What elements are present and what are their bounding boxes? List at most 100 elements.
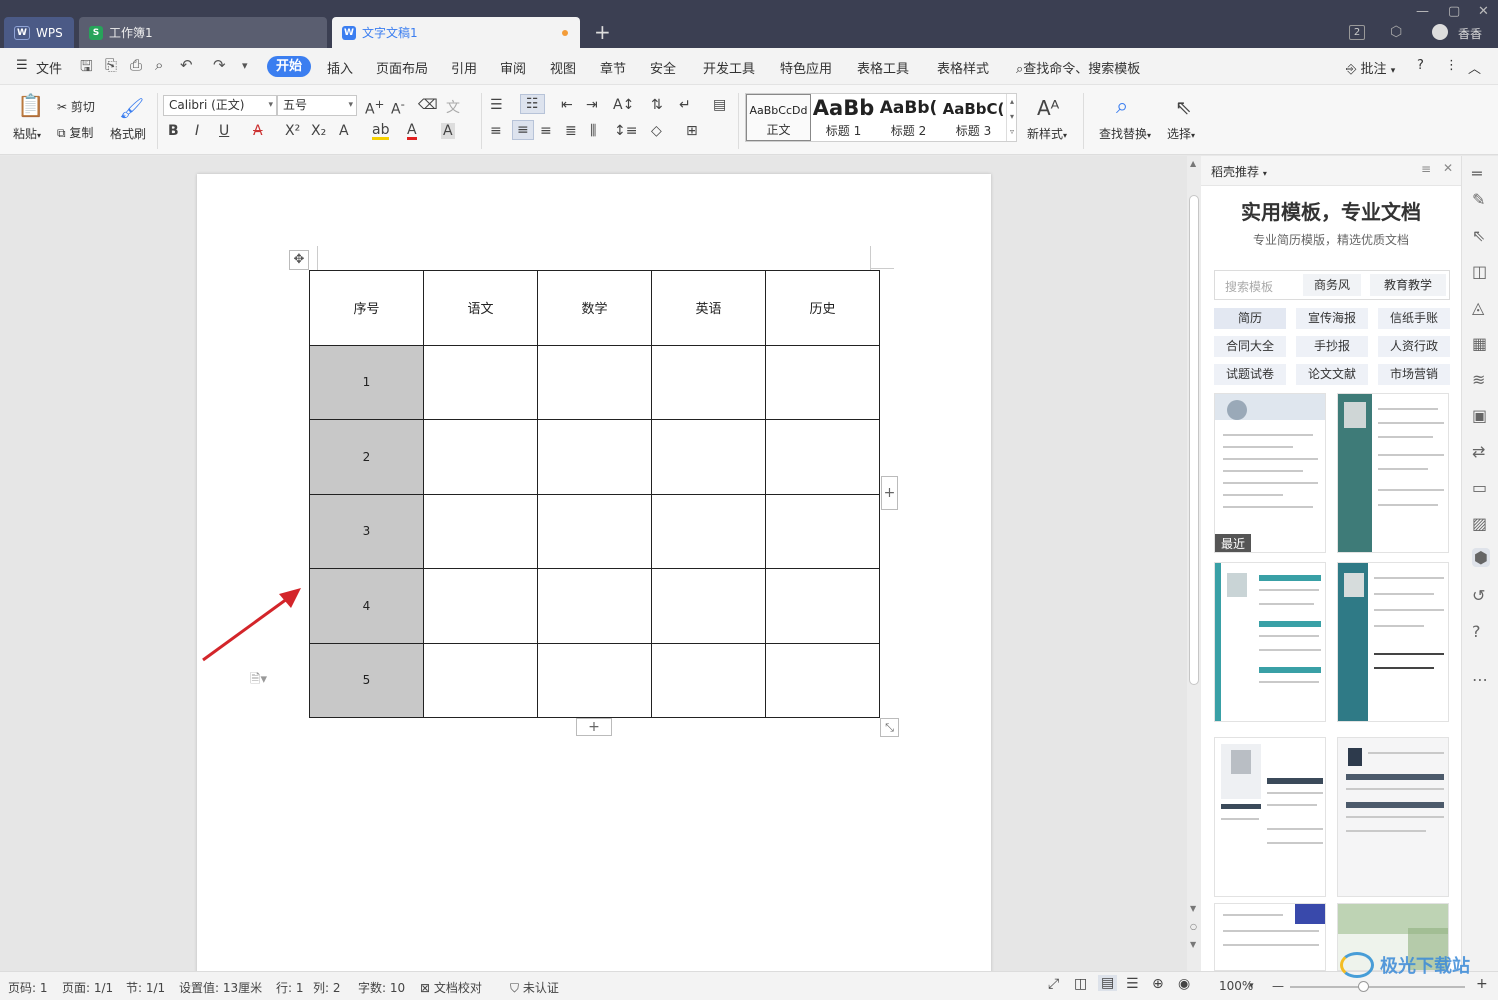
data-table[interactable]: 序号 语文 数学 英语 历史 1 2 3 4 5 <box>309 270 880 718</box>
menu-chapter[interactable]: 章节 <box>600 58 626 77</box>
table-cell[interactable] <box>765 344 880 420</box>
highlight-icon[interactable]: ab <box>372 123 390 140</box>
status-col[interactable]: 列: 2 <box>313 979 341 996</box>
user-name[interactable]: 香香 <box>1458 25 1482 42</box>
zoom-slider[interactable] <box>1290 986 1465 988</box>
font-name-select[interactable]: Calibri (正文) <box>163 95 277 116</box>
header-cell[interactable]: 历史 <box>765 270 880 346</box>
table-cell[interactable] <box>651 419 766 495</box>
export-icon[interactable]: ⎘ <box>105 56 117 74</box>
avatar[interactable] <box>1432 24 1448 40</box>
style-heading-1[interactable]: AaBb 标题 1 <box>811 94 876 141</box>
table-cell[interactable] <box>537 419 652 495</box>
chip-thesis[interactable]: 论文文献 <box>1296 364 1368 385</box>
table-cell[interactable] <box>651 344 766 420</box>
shapes-icon[interactable]: ◫ <box>1472 262 1487 281</box>
history-icon[interactable]: ↺ <box>1472 586 1485 605</box>
find-replace-button[interactable]: 查找替换▾ <box>1099 125 1151 142</box>
skin-icon[interactable]: ⬡ <box>1390 24 1402 40</box>
panel-close-icon[interactable]: ✕ <box>1443 161 1453 175</box>
template-search-input[interactable]: 搜索模板 <box>1225 278 1273 295</box>
template-thumbnail[interactable] <box>1337 393 1449 553</box>
shading-icon[interactable]: ◇ <box>651 123 662 139</box>
print-preview-icon[interactable]: ⌕ <box>155 56 163 74</box>
menu-security[interactable]: 安全 <box>650 58 676 77</box>
template-thumbnail[interactable] <box>1214 737 1326 897</box>
superscript-icon[interactable]: X² <box>285 123 300 139</box>
command-search[interactable]: ⌕查找命令、搜索模板 <box>1016 58 1140 77</box>
close-icon[interactable]: ✕ <box>1478 4 1489 19</box>
style-heading-2[interactable]: AaBb( 标题 2 <box>876 94 941 141</box>
scrollbar-thumb[interactable] <box>1189 195 1199 685</box>
index-cell[interactable]: 5 <box>309 642 424 718</box>
show-marks-icon[interactable]: ↵ <box>679 97 691 113</box>
chip-handwritten[interactable]: 手抄报 <box>1296 336 1368 357</box>
status-word-count[interactable]: 字数: 10 <box>358 979 405 996</box>
chip-exam[interactable]: 试题试卷 <box>1214 364 1286 385</box>
help-circle-icon[interactable]: ? <box>1472 622 1481 641</box>
template-thumbnail[interactable] <box>1214 562 1326 722</box>
table-cell[interactable] <box>423 642 538 718</box>
zoom-slider-thumb[interactable] <box>1358 981 1369 992</box>
menu-table-tools[interactable]: 表格工具 <box>857 58 909 77</box>
index-cell[interactable]: 4 <box>309 568 424 644</box>
menu-view[interactable]: 视图 <box>550 58 576 77</box>
status-setting[interactable]: 设置值: 13厘米 <box>179 979 262 996</box>
panel-title[interactable]: 稻壳推荐 ▾ <box>1211 163 1267 180</box>
proofread-button[interactable]: ⊠ 文档校对 <box>420 979 482 996</box>
help-icon[interactable]: ? <box>1417 58 1424 73</box>
fullscreen-icon[interactable]: ⤢ <box>1048 976 1059 992</box>
chip-resume[interactable]: 简历 <box>1214 308 1286 329</box>
chip-marketing[interactable]: 市场营销 <box>1378 364 1450 385</box>
template-thumbnail[interactable]: 最近 <box>1214 393 1326 553</box>
sort-icon[interactable]: ⇅ <box>651 97 663 113</box>
table-cell[interactable] <box>765 642 880 718</box>
bold-icon[interactable]: B <box>168 123 179 139</box>
tab-workbook[interactable]: S 工作簿1 <box>79 17 327 48</box>
status-section[interactable]: 节: 1/1 <box>126 979 165 996</box>
cursor-icon[interactable]: ⇖ <box>1472 226 1485 245</box>
subscript-icon[interactable]: X₂ <box>311 123 326 139</box>
add-column-button[interactable]: + <box>881 476 898 510</box>
find-icon[interactable]: ⌕ <box>1116 94 1128 119</box>
minimize-icon[interactable]: — <box>1416 4 1429 19</box>
status-row[interactable]: 行: 1 <box>276 979 304 996</box>
search-tag[interactable]: 教育教学 <box>1370 274 1446 296</box>
table-cell[interactable] <box>423 419 538 495</box>
clear-format-icon[interactable]: ⌫ <box>418 97 438 113</box>
increase-indent-icon[interactable]: ⇥ <box>586 97 598 113</box>
header-cell[interactable]: 语文 <box>423 270 538 346</box>
table-cell[interactable] <box>423 493 538 569</box>
menu-features[interactable]: 特色应用 <box>780 58 832 77</box>
table-cell[interactable] <box>651 568 766 644</box>
template-thumbnail[interactable] <box>1214 903 1326 971</box>
style-normal[interactable]: AaBbCcDd 正文 <box>746 94 811 141</box>
chip-hr[interactable]: 人资行政 <box>1378 336 1450 357</box>
table-cell[interactable] <box>765 419 880 495</box>
paste-icon[interactable]: 📋 <box>17 94 44 119</box>
hamburger-icon[interactable]: ☰ <box>16 58 28 73</box>
tab-document[interactable]: W 文字文稿1 <box>332 17 580 48</box>
justify-icon[interactable]: ≣ <box>565 123 577 139</box>
menu-review[interactable]: 审阅 <box>500 58 526 77</box>
table-cell[interactable] <box>423 568 538 644</box>
text-effect-icon[interactable]: A <box>339 123 349 139</box>
menu-start[interactable]: 开始 <box>267 56 311 77</box>
header-cell[interactable]: 序号 <box>309 270 424 346</box>
table-icon[interactable]: ▦ <box>1472 334 1487 353</box>
picture-icon[interactable]: ▨ <box>1472 514 1487 533</box>
align-right-icon[interactable]: ≡ <box>540 123 552 139</box>
bullet-list-icon[interactable]: ☰ <box>490 97 503 113</box>
more-options-icon[interactable]: ⋯ <box>1472 670 1488 689</box>
panel-menu-icon[interactable]: ≡ <box>1421 162 1431 176</box>
template-search[interactable]: 搜索模板 商务风 教育教学 <box>1214 270 1450 300</box>
save-icon[interactable]: 🖫 <box>80 56 93 81</box>
borders-icon[interactable]: ⊞ <box>686 123 698 139</box>
table-cell[interactable] <box>651 493 766 569</box>
table-cell[interactable] <box>765 493 880 569</box>
grow-font-icon[interactable]: A+ <box>365 97 384 118</box>
font-color-icon[interactable]: A <box>407 123 417 140</box>
table-resize-handle-icon[interactable]: ⤡ <box>880 718 899 737</box>
web-view-icon[interactable]: ⊕ <box>1152 976 1164 992</box>
adjust-icon[interactable]: ≋ <box>1472 370 1485 389</box>
